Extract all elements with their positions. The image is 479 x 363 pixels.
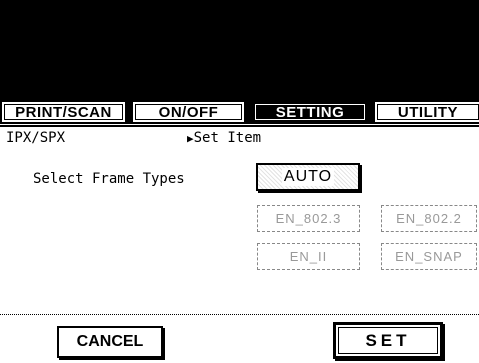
triangle-right-icon: ▶ — [187, 132, 194, 145]
tab-utility[interactable]: UTILITY — [373, 100, 479, 124]
section-label: IPX/SPX — [6, 130, 66, 146]
frame-auto-button[interactable]: AUTO — [256, 163, 360, 191]
tab-print-scan[interactable]: PRINT/SCAN — [0, 100, 127, 124]
frame-en-ii-button: EN_II — [257, 243, 360, 270]
frame-en-802-3-button: EN_802.3 — [257, 205, 360, 232]
set-button[interactable]: SET — [333, 322, 443, 359]
frame-en-802-2-button: EN_802.2 — [381, 205, 477, 232]
footer-divider — [0, 314, 479, 315]
frame-auto-label: AUTO — [281, 168, 335, 186]
frame-en-snap-button: EN_SNAP — [381, 243, 477, 270]
display-top-area — [0, 0, 479, 98]
tab-on-off[interactable]: ON/OFF — [131, 100, 246, 124]
tab-setting[interactable]: SETTING — [251, 100, 369, 124]
sub-header: IPX/SPX ▶Set Item — [0, 125, 479, 149]
cancel-button[interactable]: CANCEL — [57, 326, 163, 358]
tab-strip: PRINT/SCAN ON/OFF SETTING UTILITY — [0, 98, 479, 124]
screen-title: ▶Set Item — [187, 130, 261, 146]
screen-title-text: Set Item — [193, 130, 262, 146]
frame-type-label: Select Frame Types — [33, 171, 185, 187]
